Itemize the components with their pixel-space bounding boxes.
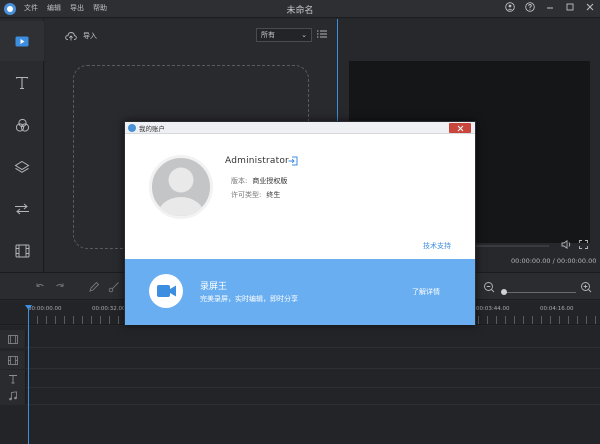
promo-banner: 录屏王 完美录屏，实时编辑，即时分享 了解详情 <box>125 259 475 325</box>
text-track-icon <box>8 375 17 384</box>
account-username: Administrator <box>225 156 289 166</box>
avatar <box>149 155 213 219</box>
dialog-title-bar: 我的账户 <box>125 122 475 134</box>
track-row-video[interactable] <box>0 330 600 348</box>
sidebar-item-media[interactable] <box>0 21 44 61</box>
split-icon[interactable] <box>108 281 120 293</box>
user-icon[interactable] <box>504 2 516 15</box>
track-row-picture[interactable] <box>0 351 600 369</box>
fullscreen-icon[interactable] <box>579 240 588 252</box>
ruler-label: 00:03:44.00 <box>476 306 510 312</box>
import-label: 导入 <box>83 32 97 40</box>
ruler-label: 00:00:32.00 <box>92 306 126 312</box>
track-row-text[interactable] <box>0 370 600 388</box>
user-avatar-icon <box>158 167 204 216</box>
music-track-icon <box>8 391 17 401</box>
promo-product-name: 录屏王 <box>200 282 228 292</box>
overlay-icon <box>14 160 30 173</box>
version-label: 版本: <box>231 177 248 185</box>
sidebar-item-transition[interactable] <box>0 189 44 229</box>
track-head <box>0 351 26 369</box>
timeline-tracks <box>0 326 600 444</box>
app-logo-icon <box>128 124 136 132</box>
playhead-line[interactable] <box>28 309 29 444</box>
zoom-in-icon[interactable] <box>580 281 592 293</box>
sidebar-item-element[interactable] <box>0 231 44 271</box>
preview-time-readout: 00:00:00.00 / 00:00:00.00 <box>511 257 597 265</box>
logout-icon[interactable] <box>288 156 298 169</box>
zoom-slider-knob[interactable] <box>501 289 507 295</box>
import-icon <box>65 32 77 41</box>
picture-track-icon <box>7 355 18 365</box>
close-icon[interactable] <box>584 2 596 15</box>
media-icon <box>15 36 29 46</box>
transition-icon <box>15 203 29 215</box>
media-filter-value: 所有 <box>261 31 275 39</box>
maximize-icon[interactable] <box>564 2 576 15</box>
version-row: 版本: 商业授权版 <box>231 176 287 186</box>
license-row: 许可类型: 终生 <box>231 190 280 200</box>
ruler-label: 00:04:16.00 <box>540 306 574 312</box>
minimize-icon[interactable] <box>544 2 556 15</box>
dialog-title: 我的账户 <box>139 125 165 133</box>
license-value: 终生 <box>266 191 281 199</box>
text-icon <box>15 76 29 90</box>
close-icon <box>457 125 463 131</box>
media-filter-select[interactable]: 所有 ⌄ <box>256 28 312 42</box>
edit-icon[interactable] <box>88 281 100 293</box>
volume-icon[interactable] <box>561 239 572 252</box>
help-icon[interactable] <box>524 2 536 15</box>
list-view-icon[interactable] <box>317 30 327 41</box>
license-label: 许可类型: <box>231 191 262 199</box>
account-dialog: 我的账户 Administrator 版本: 商业授权版 许可类型: 终生 技术支持… <box>124 121 476 325</box>
import-button[interactable]: 导入 <box>65 31 97 41</box>
window-controls <box>504 2 596 15</box>
sidebar-item-filter[interactable] <box>0 105 44 145</box>
version-value: 商业授权版 <box>252 177 288 185</box>
sidebar-item-text[interactable] <box>0 63 44 103</box>
promo-description: 完美录屏，实时编辑，即时分享 <box>200 295 298 303</box>
zoom-slider-track[interactable] <box>504 292 576 293</box>
sidebar-item-overlay[interactable] <box>0 147 44 187</box>
video-track-icon <box>7 334 18 344</box>
filter-icon <box>15 118 29 132</box>
learn-more-link[interactable]: 了解详情 <box>412 287 440 297</box>
sidebar <box>0 19 44 272</box>
redo-icon[interactable] <box>54 281 66 293</box>
zoom-out-icon[interactable] <box>483 281 495 293</box>
dialog-close-button[interactable] <box>449 123 471 133</box>
undo-icon[interactable] <box>34 281 46 293</box>
track-head <box>0 387 26 405</box>
tech-support-link[interactable]: 技术支持 <box>423 241 451 251</box>
chevron-down-icon: ⌄ <box>301 31 307 39</box>
screen-recorder-logo-icon <box>149 274 183 308</box>
title-bar: 文件 编辑 导出 帮助 未命名 <box>0 0 600 18</box>
track-row-music[interactable] <box>0 387 600 405</box>
element-icon <box>15 244 29 258</box>
track-head <box>0 330 26 348</box>
track-head <box>0 370 26 388</box>
ruler-label: 00:00:00.00 <box>28 306 62 312</box>
